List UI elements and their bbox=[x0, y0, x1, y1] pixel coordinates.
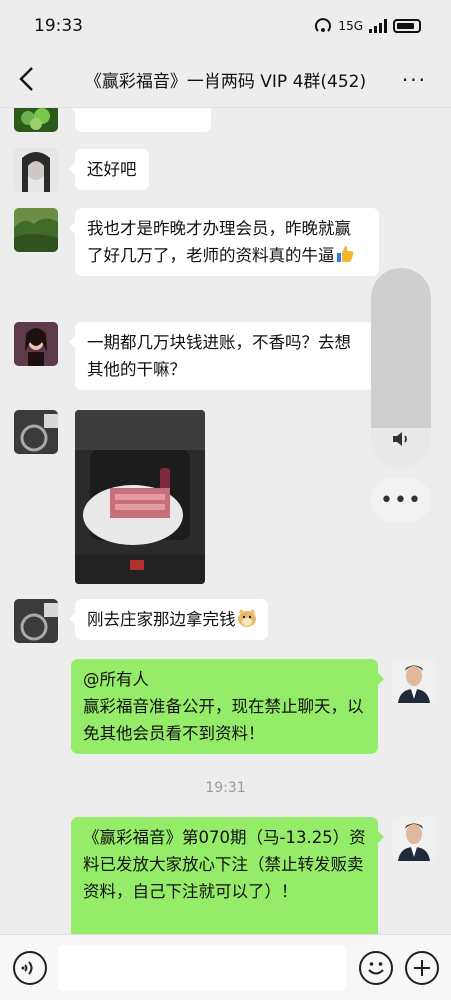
message-bubble[interactable]: 还好吧 bbox=[69, 149, 149, 190]
avatar-user-4-repeat[interactable] bbox=[14, 599, 58, 643]
back-icon[interactable] bbox=[16, 64, 40, 94]
avatar-partial[interactable] bbox=[14, 108, 58, 132]
avatar-self-repeat[interactable] bbox=[392, 817, 436, 861]
message-bubble-self[interactable]: 《赢彩福音》第070期（马-13.25）资料已发放大家放心下注（禁止转发贩卖资料… bbox=[71, 817, 384, 934]
message-input[interactable] bbox=[58, 945, 346, 991]
message-bubble-partial[interactable] bbox=[69, 108, 211, 132]
more-actions-button[interactable] bbox=[405, 951, 439, 985]
timestamp: 19:31 bbox=[205, 780, 246, 796]
thumbs-up-icon bbox=[335, 244, 355, 264]
message-bubble[interactable]: 刚去庄家那边拿完钱 bbox=[69, 599, 268, 640]
battery-icon bbox=[393, 19, 421, 33]
image-message[interactable] bbox=[75, 410, 205, 584]
avatar-user-1[interactable] bbox=[14, 148, 58, 192]
message-bubble[interactable]: 我也才是昨晚才办理会员，昨晚就赢了好几万了，老师的资料真的牛逼 bbox=[69, 208, 379, 276]
hotspot-icon bbox=[315, 18, 332, 32]
mention-all[interactable]: @所有人 bbox=[83, 666, 366, 693]
message-bubble[interactable]: 一期都几万块钱进账，不香吗？去想其他的干嘛？ bbox=[69, 322, 373, 390]
avatar-self[interactable] bbox=[392, 659, 436, 703]
status-icons: 15G bbox=[314, 18, 421, 34]
avatar-user-2[interactable] bbox=[14, 208, 58, 252]
volume-more-button[interactable]: ••• bbox=[371, 478, 431, 522]
chat-area[interactable]: 还好吧 我也才是昨晚才办理会员，昨晚就赢了好几万了，老师的资料真的牛逼 一期都几… bbox=[0, 108, 451, 934]
more-options-icon[interactable]: ··· bbox=[402, 68, 427, 92]
voice-icon bbox=[21, 961, 33, 975]
smiley-icon bbox=[368, 962, 384, 975]
avatar-user-3[interactable] bbox=[14, 322, 58, 366]
avatar-user-4[interactable] bbox=[14, 410, 58, 454]
chat-header: 《赢彩福音》一肖两码 VIP 4群(452) ··· bbox=[0, 52, 451, 108]
emoji-button[interactable] bbox=[359, 951, 393, 985]
doge-emoji-icon bbox=[236, 608, 256, 628]
input-bar bbox=[0, 934, 451, 1000]
plus-icon bbox=[414, 960, 430, 976]
network-label: 15G bbox=[338, 19, 363, 33]
volume-slider[interactable] bbox=[371, 268, 431, 468]
chat-title: 《赢彩福音》一肖两码 VIP 4群(452) bbox=[84, 72, 367, 92]
signal-icon bbox=[369, 19, 387, 33]
voice-input-button[interactable] bbox=[13, 951, 47, 985]
status-time: 19:33 bbox=[34, 16, 83, 36]
volume-icon bbox=[393, 432, 407, 446]
status-bar: 19:33 15G bbox=[0, 0, 451, 52]
message-bubble-self[interactable]: @所有人 赢彩福音准备公开，现在禁止聊天，以免其他会员看不到资料！ bbox=[71, 659, 384, 754]
